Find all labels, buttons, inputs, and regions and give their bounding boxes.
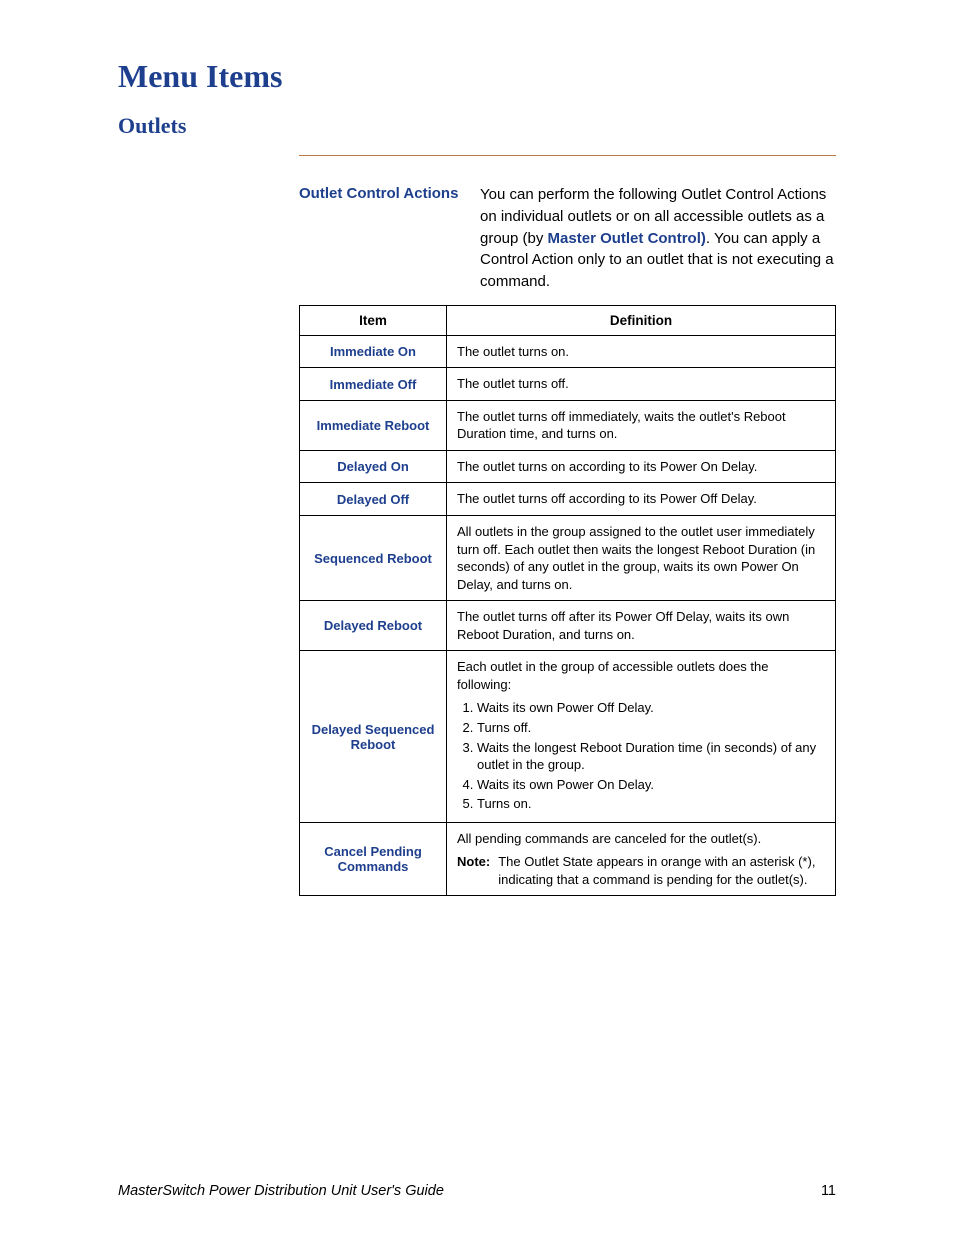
item-cell[interactable]: Delayed Off <box>300 483 447 516</box>
col-definition-header: Definition <box>447 305 836 335</box>
definition-text: The outlet turns off according to its Po… <box>457 490 825 508</box>
table-row: Cancel Pending Commands All pending comma… <box>300 822 836 896</box>
definition-cell: The outlet turns off according to its Po… <box>447 483 836 516</box>
definition-cell: The outlet turns on. <box>447 335 836 368</box>
table-row: Delayed Sequenced Reboot Each outlet in t… <box>300 651 836 822</box>
page-footer: MasterSwitch Power Distribution Unit Use… <box>118 1183 836 1199</box>
side-heading: Outlet Control Actions <box>299 184 460 204</box>
definition-cell: The outlet turns off immediately, waits … <box>447 400 836 450</box>
definition-list: Waits its own Power Off Delay. Turns off.… <box>457 699 825 812</box>
note-label: Note: <box>457 853 490 888</box>
section-body: Outlet Control Actions You can perform t… <box>299 184 836 293</box>
table-header-row: Item Definition <box>300 305 836 335</box>
definition-cell: All outlets in the group assigned to the… <box>447 516 836 601</box>
table-row: Delayed Reboot The outlet turns off after… <box>300 601 836 651</box>
item-cell[interactable]: Delayed Reboot <box>300 601 447 651</box>
definition-cell: The outlet turns off after its Power Off… <box>447 601 836 651</box>
note: Note:The Outlet State appears in orange … <box>457 853 825 888</box>
section-rule <box>299 155 836 156</box>
definition-text: The outlet turns off immediately, waits … <box>457 408 825 443</box>
definition-text: All pending commands are canceled for th… <box>457 830 825 848</box>
footer-doc-title: MasterSwitch Power Distribution Unit Use… <box>118 1183 444 1199</box>
table-row: Immediate On The outlet turns on. <box>300 335 836 368</box>
note-body: The Outlet State appears in orange with … <box>498 853 825 888</box>
footer-page-number: 11 <box>821 1183 836 1199</box>
definition-text: Each outlet in the group of accessible o… <box>457 658 825 693</box>
list-item: Waits the longest Reboot Duration time (… <box>477 739 825 774</box>
definition-cell: Each outlet in the group of accessible o… <box>447 651 836 822</box>
table-row: Immediate Off The outlet turns off. <box>300 368 836 401</box>
definition-cell: The outlet turns on according to its Pow… <box>447 450 836 483</box>
definition-text: The outlet turns off after its Power Off… <box>457 608 825 643</box>
table-row: Sequenced RebootAll outlets in the group… <box>300 516 836 601</box>
page: Menu Items Outlets Outlet Control Action… <box>0 0 954 1235</box>
item-cell[interactable]: Immediate On <box>300 335 447 368</box>
table-row: Immediate Reboot The outlet turns off imm… <box>300 400 836 450</box>
definitions-table: Item Definition Immediate On The outlet t… <box>299 305 836 897</box>
master-outlet-control-link[interactable]: Master Outlet Control) <box>548 230 706 247</box>
item-cell[interactable]: Immediate Reboot <box>300 400 447 450</box>
list-item: Waits its own Power On Delay. <box>477 776 825 794</box>
definition-text: The outlet turns on according to its Pow… <box>457 458 825 476</box>
table-row: Delayed Off The outlet turns off accordin… <box>300 483 836 516</box>
list-item: Turns on. <box>477 795 825 813</box>
list-item: Turns off. <box>477 719 825 737</box>
definition-text: The outlet turns off. <box>457 375 825 393</box>
definition-text: All outlets in the group assigned to the… <box>457 523 825 593</box>
section-title: Outlets <box>118 113 836 139</box>
page-title: Menu Items <box>118 58 836 95</box>
col-item-header: Item <box>300 305 447 335</box>
item-cell[interactable]: Cancel Pending Commands <box>300 822 447 896</box>
definition-text: The outlet turns on. <box>457 343 825 361</box>
definition-cell: All pending commands are canceled for th… <box>447 822 836 896</box>
item-cell[interactable]: Sequenced Reboot <box>300 516 447 601</box>
definition-cell: The outlet turns off. <box>447 368 836 401</box>
intro-paragraph: You can perform the following Outlet Con… <box>480 184 836 293</box>
list-item: Waits its own Power Off Delay. <box>477 699 825 717</box>
content-block: Outlet Control Actions You can perform t… <box>299 155 836 896</box>
item-cell[interactable]: Delayed Sequenced Reboot <box>300 651 447 822</box>
table-row: Delayed On The outlet turns on according … <box>300 450 836 483</box>
item-cell[interactable]: Delayed On <box>300 450 447 483</box>
item-cell[interactable]: Immediate Off <box>300 368 447 401</box>
